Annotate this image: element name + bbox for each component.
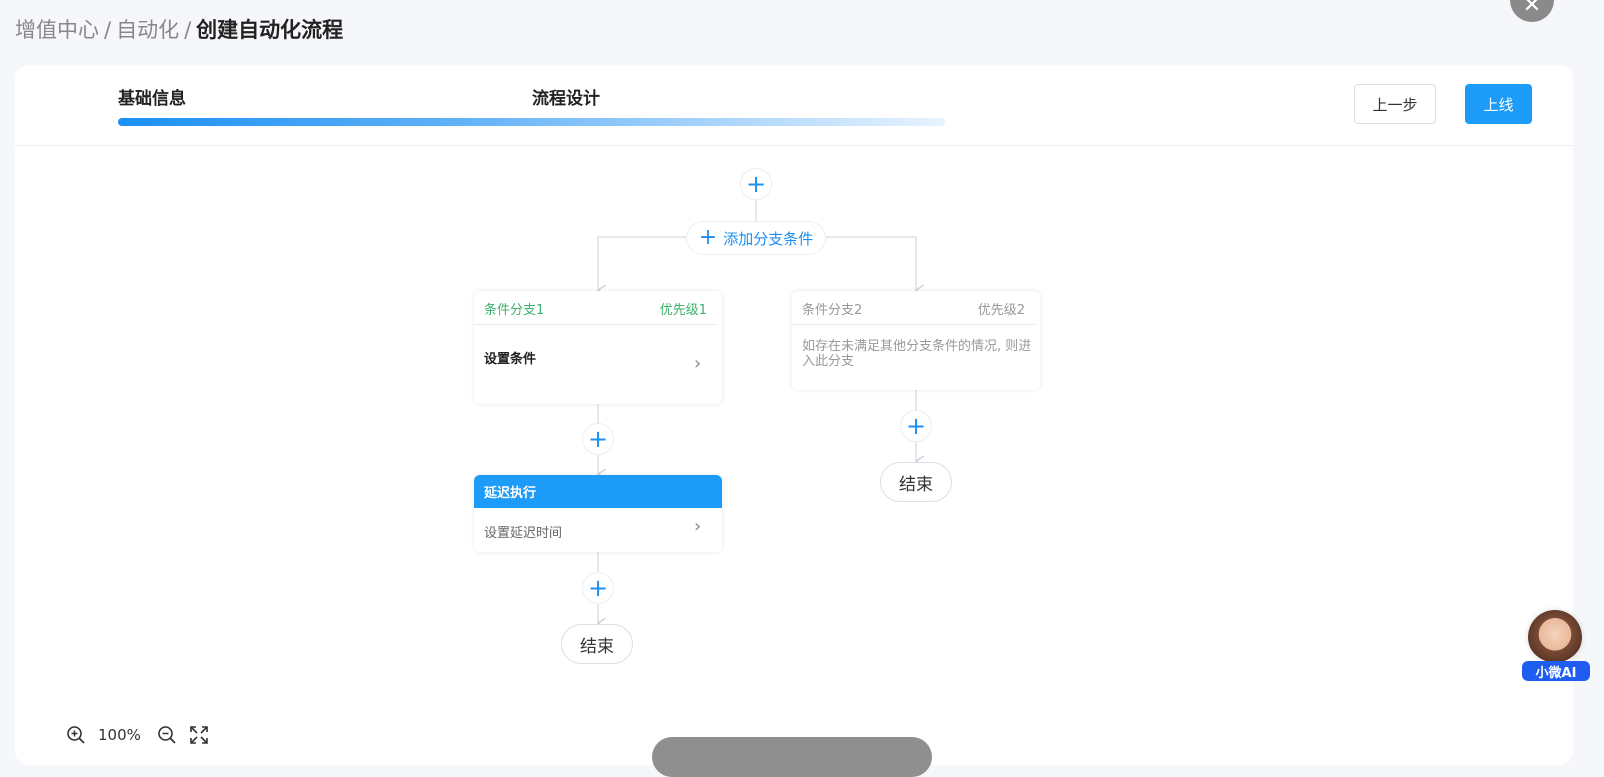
fullscreen-icon[interactable] (189, 725, 209, 745)
branch-name: 条件分支1 (484, 303, 545, 318)
ai-assistant-widget[interactable]: 小微AI (1522, 610, 1590, 682)
zoom-in-icon[interactable] (66, 725, 86, 745)
add-node-top-button[interactable]: + (740, 168, 772, 200)
chevron-right-icon[interactable]: › (694, 516, 701, 537)
chevron-right-icon[interactable]: › (694, 353, 701, 374)
branch-card-header: 条件分支2 优先级2 (792, 291, 1035, 325)
branch-card-2[interactable]: 条件分支2 优先级2 如存在未满足其他分支条件的情况, 则进入此分支 (792, 291, 1040, 390)
plus-icon: + (698, 225, 718, 250)
zoom-level: 100% (98, 726, 141, 744)
add-branch-label: 添加分支条件 (723, 229, 814, 248)
ai-avatar (1528, 610, 1582, 664)
set-condition-label[interactable]: 设置条件 (484, 348, 536, 367)
branch-card-1[interactable]: 条件分支1 优先级1 设置条件 › (474, 291, 722, 404)
delay-node-title: 延迟执行 (474, 475, 722, 508)
plus-icon: + (587, 574, 609, 602)
branch-priority: 优先级1 (659, 303, 707, 318)
delay-execution-node[interactable]: 延迟执行 设置延迟时间 › (474, 475, 722, 552)
end-node: 结束 (561, 624, 633, 664)
bottom-floating-bar[interactable] (652, 737, 932, 777)
add-branch-condition-button[interactable]: + 添加分支条件 (686, 221, 826, 255)
branch-card-header: 条件分支1 优先级1 (474, 291, 717, 325)
flow-canvas: + + 添加分支条件 条件分支1 优先级1 设置条件 › 条件分支2 优先级2 … (0, 0, 1604, 749)
plus-icon: + (905, 412, 927, 440)
ai-assistant-label: 小微AI (1522, 661, 1590, 681)
branch-description: 如存在未满足其他分支条件的情况, 则进入此分支 (802, 339, 1032, 369)
zoom-controls: 100% (66, 725, 221, 745)
add-node-button[interactable]: + (900, 410, 932, 442)
plus-icon: + (587, 425, 609, 453)
branch-name: 条件分支2 (802, 303, 863, 318)
branch-priority: 优先级2 (977, 303, 1025, 318)
set-delay-time-label[interactable]: 设置延迟时间 (484, 522, 562, 541)
add-node-button[interactable]: + (582, 572, 614, 604)
end-node: 结束 (880, 462, 952, 502)
zoom-out-icon[interactable] (157, 725, 177, 745)
plus-icon: + (745, 170, 767, 198)
add-node-button[interactable]: + (582, 423, 614, 455)
